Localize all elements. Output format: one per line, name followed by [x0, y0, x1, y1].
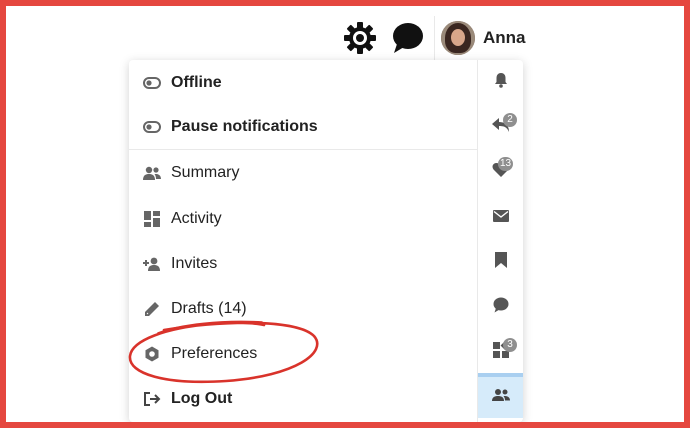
menu-items-column: Offline Pause notifications Summary Acti… — [129, 60, 478, 422]
screenshot-frame: Anna Offline Pause notifications Summary… — [0, 0, 690, 428]
sign-out-icon — [143, 390, 161, 408]
rail-notifications[interactable] — [478, 60, 523, 105]
menu-item-label: Preferences — [171, 345, 258, 362]
menu-item-label: Offline — [171, 74, 222, 91]
gear-icon[interactable] — [342, 20, 378, 56]
chat-bubble-icon[interactable] — [390, 20, 426, 56]
user-dropdown-menu: Offline Pause notifications Summary Acti… — [129, 60, 523, 422]
menu-divider — [129, 149, 477, 150]
menu-item-label: Summary — [171, 164, 240, 181]
rail-widgets[interactable]: 3 — [478, 330, 523, 375]
menu-item-activity[interactable]: Activity — [129, 197, 477, 241]
user-name: Anna — [483, 28, 526, 47]
bookmark-icon — [494, 252, 507, 273]
menu-item-label: Invites — [171, 255, 218, 272]
menu-item-offline[interactable]: Offline — [129, 61, 477, 105]
avatar — [441, 21, 475, 55]
likes-count-badge: 13 — [498, 157, 514, 171]
menu-item-preferences[interactable]: Preferences — [129, 332, 477, 376]
user-menu-toggle[interactable]: Anna — [434, 16, 532, 60]
menu-item-label: Log Out — [171, 390, 233, 407]
hex-cog-icon — [143, 345, 161, 363]
menu-item-summary[interactable]: Summary — [129, 151, 477, 195]
user-group-icon — [491, 388, 510, 407]
comment-icon — [493, 297, 509, 318]
pencil-icon — [143, 300, 161, 318]
users-icon — [143, 164, 161, 182]
menu-item-pause-notifications[interactable]: Pause notifications — [129, 105, 477, 149]
menu-item-label: Pause notifications — [171, 118, 318, 135]
bell-icon — [493, 72, 509, 93]
quick-access-rail: 2 13 3 — [478, 60, 523, 422]
menu-item-invites[interactable]: Invites — [129, 242, 477, 286]
user-plus-icon — [143, 255, 161, 273]
rail-likes[interactable]: 13 — [478, 150, 523, 195]
envelope-icon — [492, 209, 509, 227]
rail-messages[interactable] — [478, 195, 523, 240]
top-header: Anna — [342, 16, 532, 60]
menu-item-label: Activity — [171, 210, 222, 227]
menu-item-log-out[interactable]: Log Out — [129, 377, 477, 421]
dashboard-icon — [143, 210, 161, 228]
menu-item-label: Drafts (14) — [171, 300, 247, 317]
rail-chat[interactable] — [478, 285, 523, 330]
rail-replies[interactable]: 2 — [478, 105, 523, 150]
toggle-off-icon — [143, 74, 161, 92]
rail-bookmarks[interactable] — [478, 240, 523, 285]
reply-count-badge: 2 — [503, 113, 517, 127]
rail-profile[interactable] — [478, 373, 523, 418]
widgets-count-badge: 3 — [503, 338, 517, 352]
toggle-off-icon — [143, 118, 161, 136]
menu-item-drafts[interactable]: Drafts (14) — [129, 287, 477, 331]
